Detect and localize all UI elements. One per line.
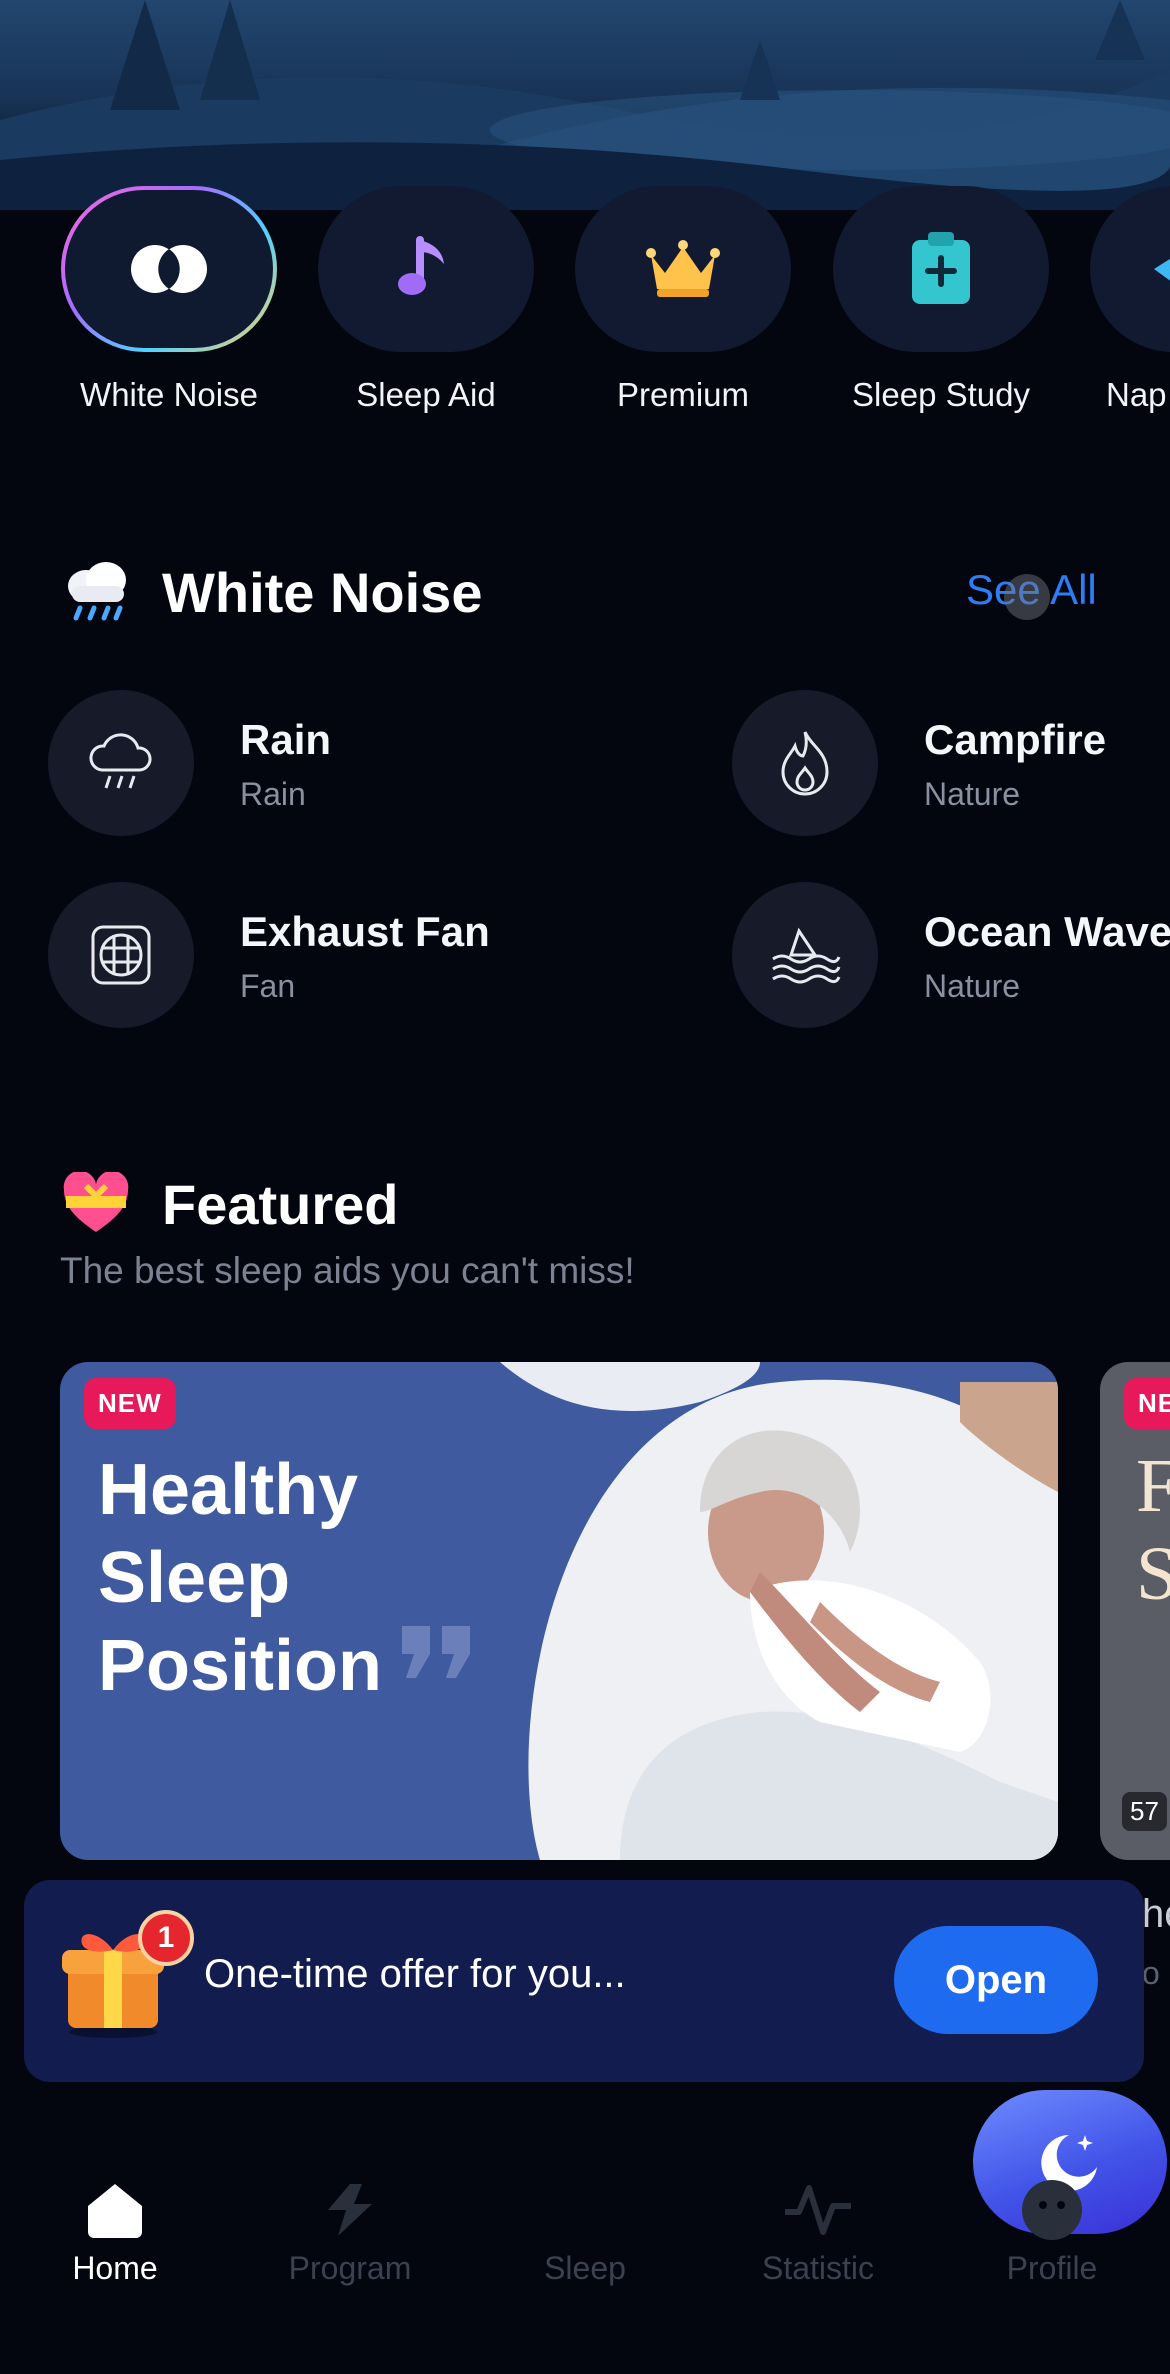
category-sleep-aid[interactable]: Sleep Aid	[318, 186, 534, 414]
quote-mark-icon	[402, 1626, 470, 1678]
noise-category: Nature	[924, 776, 1021, 812]
tab-label: Program	[288, 2250, 412, 2286]
fan-icon	[48, 882, 194, 1028]
night-landscape-illustration	[0, 0, 1170, 210]
card-title-line: Sleep	[98, 1538, 291, 1618]
statistic-icon	[718, 2170, 918, 2250]
card-title-line: S	[1136, 1532, 1170, 1616]
featured-card-next[interactable]: NE F S 57	[1100, 1362, 1170, 1860]
category-premium[interactable]: Premium	[575, 186, 791, 414]
white-noise-icon	[61, 186, 277, 352]
hero-banner	[0, 0, 1170, 210]
card-caption-sub: o	[1142, 1955, 1160, 1991]
card-title: Healthy Sleep Position	[98, 1446, 382, 1710]
category-sleep-study[interactable]: Sleep Study	[833, 186, 1049, 414]
duration-badge: 57	[1122, 1792, 1167, 1831]
nap-icon	[1090, 186, 1170, 352]
clipboard-icon	[833, 186, 1049, 352]
noise-category: Fan	[240, 968, 296, 1004]
rain-cloud-emoji-icon	[62, 560, 132, 631]
category-label: White Noise	[80, 376, 258, 413]
flame-icon	[732, 690, 878, 836]
touch-indicator	[1004, 574, 1050, 620]
new-badge: NE	[1124, 1378, 1170, 1429]
noise-name: Ocean Waves	[924, 908, 1170, 955]
bottom-tab-bar: Home Program Sleep Statistic Profile	[0, 2090, 1170, 2374]
card-title: F S	[1136, 1442, 1170, 1618]
open-offer-button[interactable]: Open	[894, 1926, 1098, 2034]
featured-card-healthy-sleep[interactable]: NEW Healthy Sleep Position	[60, 1362, 1058, 1860]
category-label: Sleep Aid	[356, 376, 496, 413]
tab-label: Sleep	[544, 2250, 626, 2286]
category-white-noise[interactable]: White Noise	[61, 186, 277, 414]
category-nap[interactable]: Nap	[1090, 186, 1170, 414]
card-title-line: Position	[98, 1626, 382, 1706]
program-icon	[250, 2170, 450, 2250]
featured-subtitle: The best sleep aids you can't miss!	[60, 1250, 635, 1291]
card-title-line: Healthy	[98, 1450, 359, 1530]
music-note-icon	[318, 186, 534, 352]
new-badge: NEW	[84, 1378, 176, 1429]
tab-label: Profile	[1006, 2250, 1098, 2286]
noise-name: Campfire	[924, 716, 1107, 763]
category-label: Nap	[1106, 376, 1167, 413]
card-title-line: F	[1136, 1444, 1170, 1528]
noise-name: Rain	[240, 716, 332, 763]
white-noise-section-title: White Noise	[162, 561, 483, 624]
rain-cloud-icon	[48, 690, 194, 836]
noise-category: Rain	[240, 776, 306, 812]
home-icon	[15, 2170, 215, 2250]
noise-name: Exhaust Fan	[240, 908, 490, 955]
noise-item-exhaust-fan[interactable]: Exhaust Fan Fan	[48, 882, 688, 1028]
waves-icon	[732, 882, 878, 1028]
category-label: Sleep Study	[852, 376, 1030, 413]
noise-item-rain[interactable]: Rain Rain	[48, 690, 688, 836]
category-label: Premium	[616, 376, 750, 413]
heart-gift-emoji-icon	[62, 1170, 130, 1239]
tab-label: Home	[72, 2250, 158, 2286]
noise-category: Nature	[924, 968, 1021, 1004]
notification-count-badge: 1	[138, 1910, 194, 1966]
noise-item-campfire[interactable]: Campfire Nature	[732, 690, 1170, 836]
card-caption: he	[1142, 1892, 1170, 1936]
offer-text: One-time offer for you...	[204, 1952, 626, 1996]
profile-icon	[952, 2170, 1152, 2250]
category-row: White Noise Sleep Aid Premium Sleep Stud…	[0, 186, 1170, 426]
featured-section-title: Featured	[162, 1173, 399, 1236]
offer-banner[interactable]: 1 One-time offer for you... Open	[24, 1880, 1144, 2082]
noise-item-ocean-waves[interactable]: Ocean Waves Nature	[732, 882, 1170, 1028]
crown-icon	[575, 186, 791, 352]
tab-label: Statistic	[761, 2250, 875, 2286]
